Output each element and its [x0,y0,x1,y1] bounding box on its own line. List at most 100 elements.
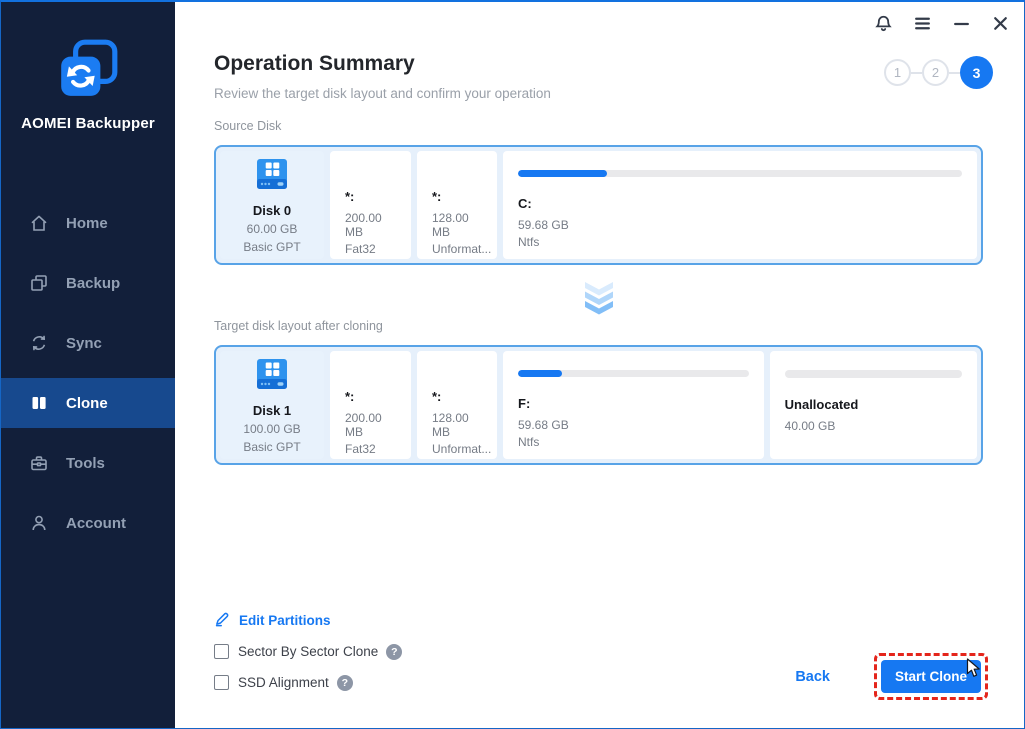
disk-size: 100.00 GB [243,421,301,436]
partition-filesystem: Fat32 [345,442,376,456]
sector-by-sector-label: Sector By Sector Clone [238,644,379,659]
sidebar-nav: Home Backup Sync Clone Tools Account [1,198,175,558]
sidebar-item-label: Sync [66,334,102,352]
partition-size: 40.00 GB [784,419,836,433]
minimize-icon[interactable] [950,11,972,35]
partition-name: *: [345,389,355,404]
partition-filesystem: Ntfs [518,435,540,449]
partition-name: F: [518,396,531,411]
disk-icon [252,157,292,198]
usage-bar [518,370,749,377]
partition-cell: *: 200.00 MB Fat32 [330,151,411,259]
sidebar-item-clone[interactable]: Clone [1,378,175,428]
partition-name: Unallocated [784,397,859,412]
sidebar-item-label: Home [66,214,108,232]
partition-filesystem: Unformat... [432,442,492,456]
disk-name: Disk 0 [252,202,292,218]
start-clone-button[interactable]: Start Clone [881,660,981,693]
target-disk-label: Target disk layout after cloning [214,319,383,333]
partition-name: *: [345,189,355,204]
partition-cell: C: 59.68 GB Ntfs [503,151,977,259]
usage-bar-fill [518,170,607,177]
step-1: 1 [884,59,911,86]
sync-icon [29,333,49,353]
sidebar-item-backup[interactable]: Backup [1,258,175,308]
edit-partitions-label: Edit Partitions [239,612,331,628]
target-disk-panel: Disk 1 100.00 GB Basic GPT *: 200.00 MB … [214,345,983,465]
ssd-alignment-label: SSD Alignment [238,675,329,690]
partition-filesystem: Unformat... [432,242,492,256]
menu-icon[interactable] [911,11,933,35]
usage-bar-fill [518,370,562,377]
partition-name: *: [432,189,442,204]
page-subtitle: Review the target disk layout and confir… [214,86,551,101]
edit-partitions-link[interactable]: Edit Partitions [214,610,402,630]
step-indicator: 1 2 3 [884,56,993,89]
partition-size: 59.68 GB [518,418,569,432]
partition-size: 128.00 MB [432,211,469,239]
account-icon [29,513,49,533]
page-title: Operation Summary [214,52,415,75]
partition-cell: *: 128.00 MB Unformat... [417,351,497,459]
help-icon[interactable]: ? [386,643,403,660]
step-2: 2 [922,59,949,86]
target-disk-info: Disk 1 100.00 GB Basic GPT [220,351,324,459]
sidebar: AOMEI Backupper Home Backup Sync Clone T… [1,2,175,728]
step-connector [949,71,960,74]
sidebar-item-label: Backup [66,274,121,292]
step-3-active: 3 [960,56,993,89]
partition-filesystem: Ntfs [518,235,540,249]
source-disk-panel: Disk 0 60.00 GB Basic GPT *: 200.00 MB F… [214,145,983,265]
sidebar-item-account[interactable]: Account [1,498,175,548]
sidebar-item-tools[interactable]: Tools [1,438,175,488]
aomei-logo-icon [55,36,121,102]
partition-cell: F: 59.68 GB Ntfs [503,351,764,459]
sidebar-item-label: Account [66,514,126,532]
usage-bar [518,170,962,177]
partition-size: 128.00 MB [432,411,469,439]
backup-icon [29,273,49,293]
source-disk-label: Source Disk [214,119,282,133]
clone-icon [29,393,49,413]
disk-icon [252,357,292,398]
home-icon [29,213,49,233]
unallocated-cell: Unallocated 40.00 GB [769,351,977,459]
partition-size: 59.68 GB [518,218,569,232]
notification-bell-icon[interactable] [872,11,894,35]
disk-type: Basic GPT [243,239,301,254]
partition-name: C: [518,196,532,211]
back-button[interactable]: Back [795,669,830,685]
partition-size: 200.00 MB [345,411,382,439]
ssd-alignment-row: SSD Alignment ? [214,673,402,692]
partition-cell: *: 128.00 MB Unformat... [417,151,497,259]
disk-type: Basic GPT [243,439,301,454]
sidebar-item-sync[interactable]: Sync [1,318,175,368]
sidebar-item-label: Clone [66,394,108,412]
brand: AOMEI Backupper [1,36,175,132]
clone-direction-arrow-icon [584,282,614,316]
main-content: Operation Summary Review the target disk… [175,2,1024,728]
footer-actions: Back Start Clone [795,653,988,700]
close-icon[interactable] [989,11,1011,35]
partition-cell: *: 200.00 MB Fat32 [330,351,411,459]
partition-filesystem: Fat32 [345,242,376,256]
help-icon[interactable]: ? [336,674,353,691]
titlebar-controls [872,11,1011,35]
app-window: AOMEI Backupper Home Backup Sync Clone T… [0,0,1025,729]
disk-name: Disk 1 [252,402,292,418]
usage-bar [784,370,962,378]
clone-options: Edit Partitions Sector By Sector Clone ?… [214,610,403,692]
step-connector [911,71,922,74]
disk-size: 60.00 GB [246,221,298,236]
sector-by-sector-checkbox[interactable] [214,644,229,659]
highlight-annotation: Start Clone [874,653,988,700]
sidebar-item-label: Tools [66,454,105,472]
source-disk-info: Disk 0 60.00 GB Basic GPT [220,151,324,259]
brand-name: AOMEI Backupper [21,115,155,132]
sector-by-sector-row: Sector By Sector Clone ? [214,642,403,661]
sidebar-item-home[interactable]: Home [1,198,175,248]
edit-pen-icon [214,611,230,630]
partition-size: 200.00 MB [345,211,382,239]
ssd-alignment-checkbox[interactable] [214,675,229,690]
partition-name: *: [432,389,442,404]
